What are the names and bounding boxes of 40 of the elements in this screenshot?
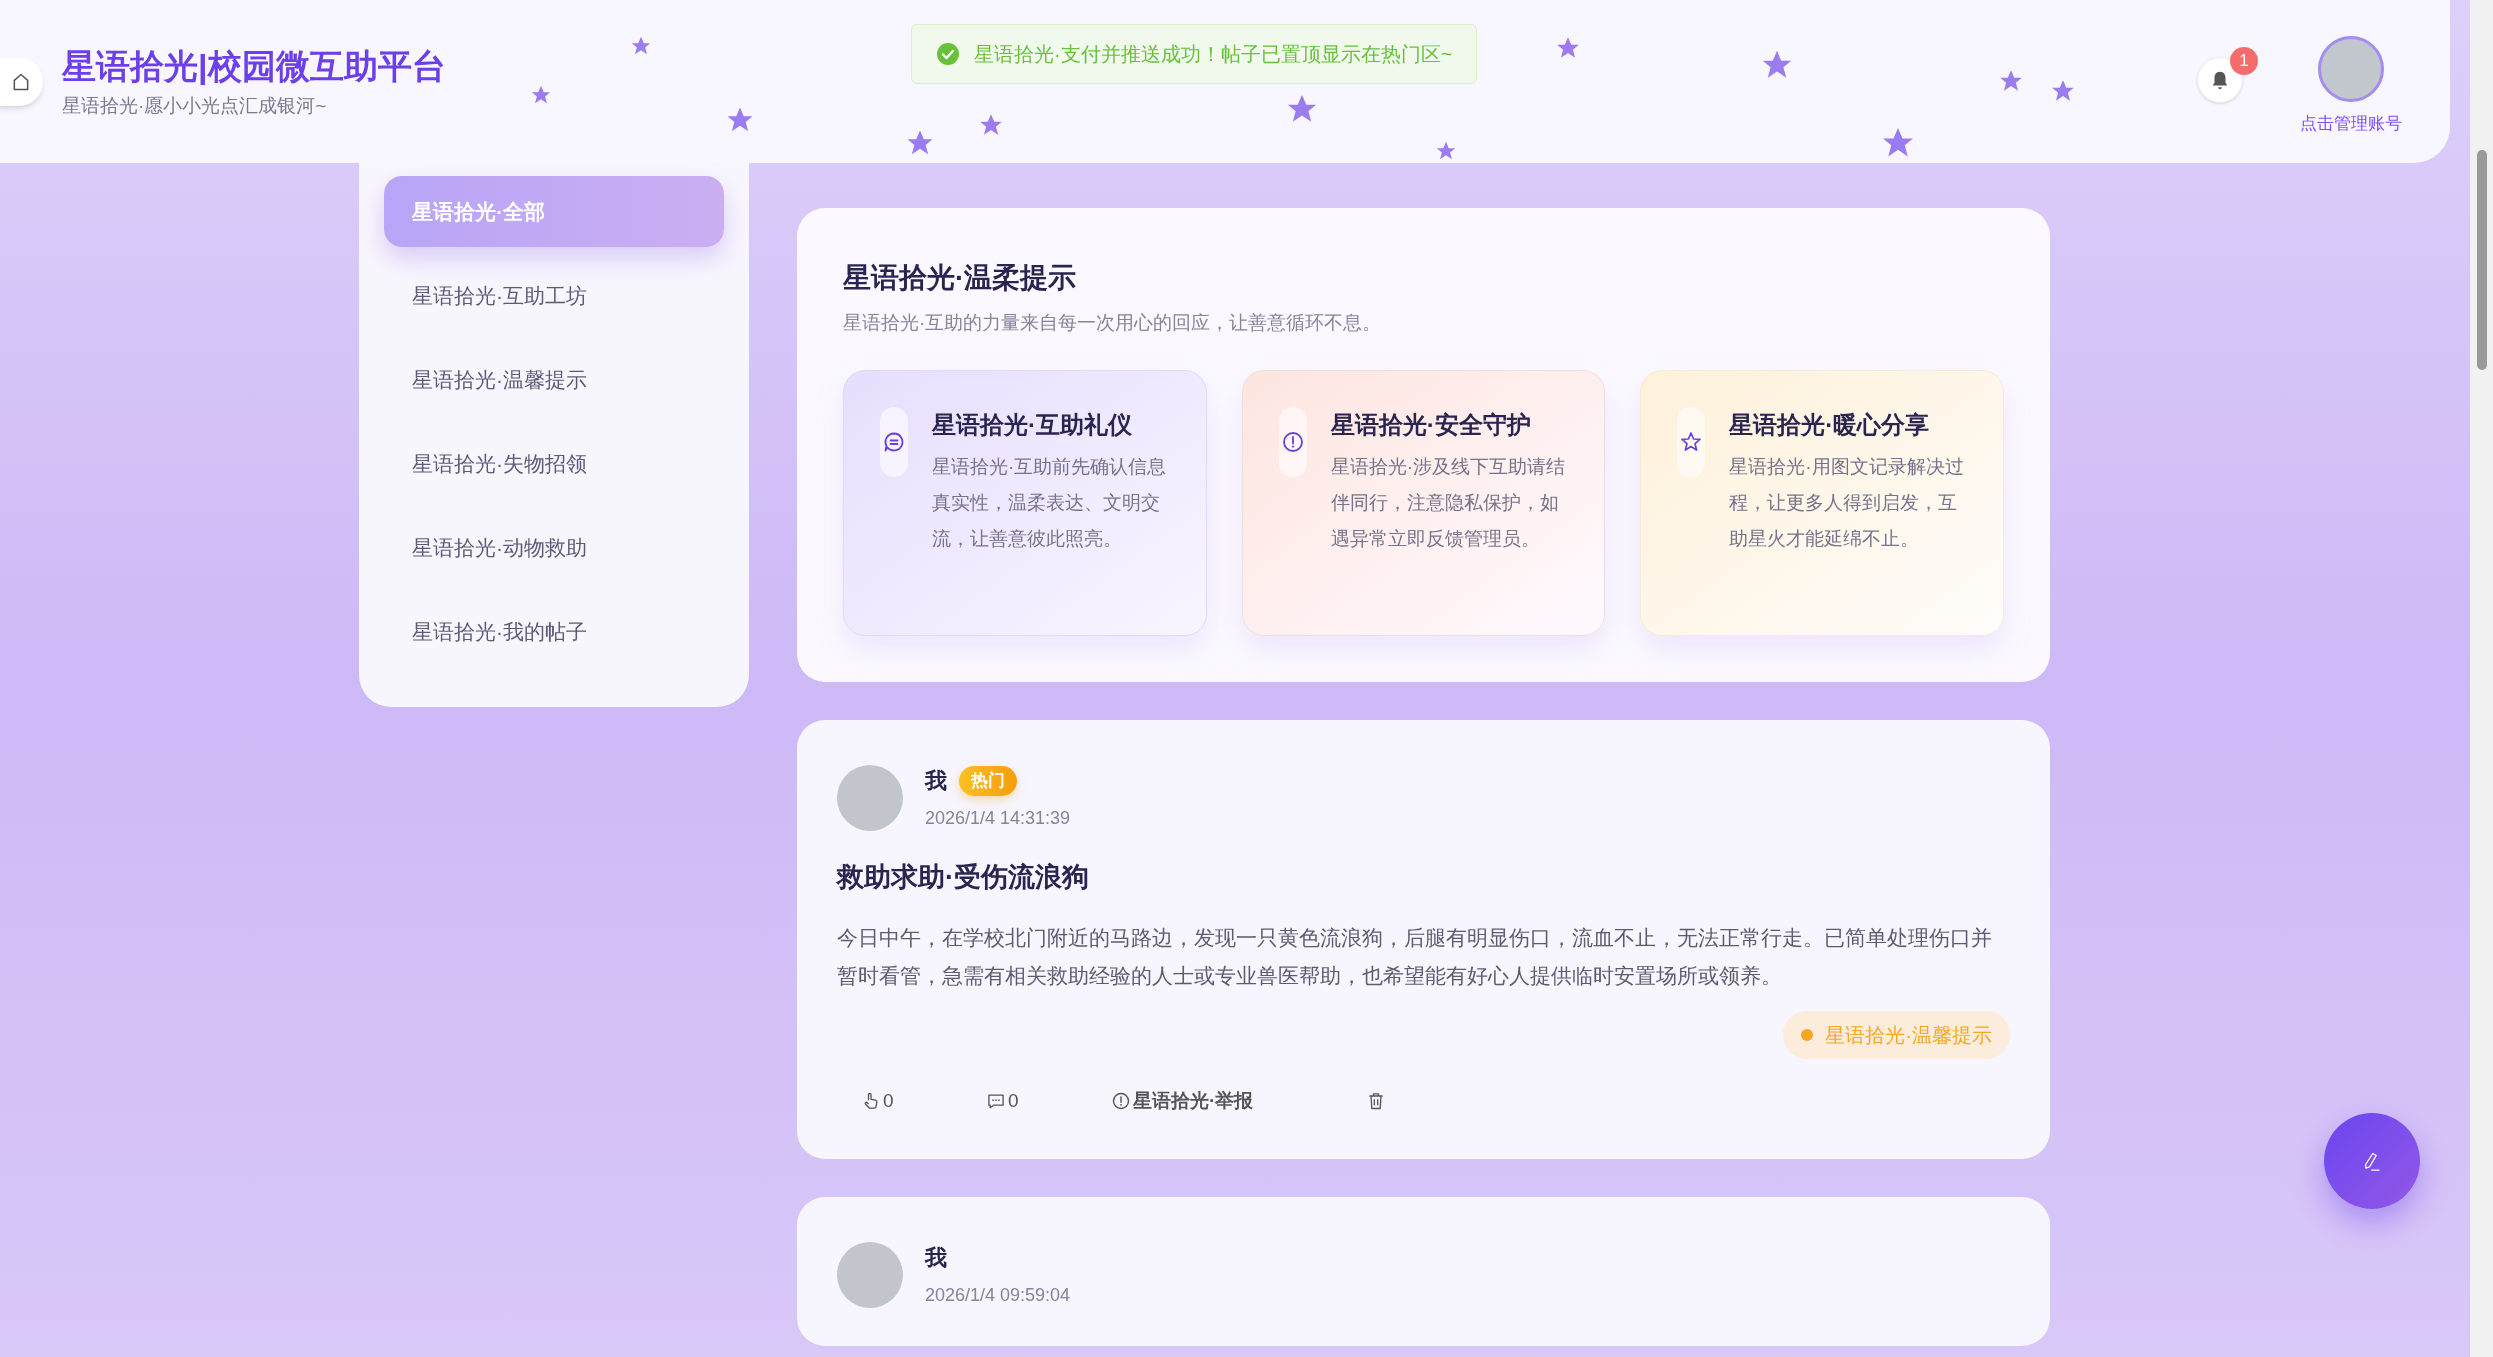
tip-title: 星语拾光·互助礼仪	[932, 410, 1133, 440]
tip-title: 星语拾光·暖心分享	[1729, 410, 1931, 440]
comment-button[interactable]: 0	[982, 1081, 1062, 1121]
alert-circle-icon	[1280, 430, 1305, 454]
tag-label: 星语拾光·温馨提示	[1825, 1023, 1992, 1048]
scrollbar[interactable]	[2470, 0, 2493, 1357]
star-icon	[630, 35, 652, 57]
like-button[interactable]: 0	[857, 1081, 937, 1121]
alert-circle-icon	[1111, 1091, 1131, 1111]
sidebar-item[interactable]: 星语拾光·动物救助	[384, 512, 724, 583]
author-name: 我	[925, 767, 947, 795]
post-title: 救助求助·受伤流浪狗	[837, 861, 1090, 894]
post-body: 今日中午，在学校北门附近的马路边，发现一只黄色流浪狗，后腿有明显伤口，流血不止，无法正常行走。已简单处理伤口并暂时看管，急需有相关救助经验的人士或专业兽医帮助，也希望能有好心人提供临时安置场所或领养。	[837, 925, 1993, 989]
author-name: 我	[925, 1244, 947, 1272]
star-icon	[530, 84, 552, 106]
sidebar-item[interactable]: 星语拾光·温馨提示	[384, 344, 724, 415]
tips-subtitle: 星语拾光·互助的力量来自每一次用心的回应，让善意循环不息。	[843, 311, 1383, 335]
home-icon	[11, 72, 31, 92]
tips-title: 星语拾光·温柔提示	[843, 261, 1078, 295]
pencil-icon	[2362, 1151, 2382, 1171]
tip-title: 星语拾光·安全守护	[1330, 410, 1532, 440]
sidebar-item[interactable]: 星语拾光·互助工坊	[384, 260, 724, 331]
toast-message: 星语拾光·支付并推送成功！帖子已置顶显示在热门区~	[974, 42, 1453, 67]
chat-bubble-icon	[882, 430, 906, 454]
site-subtitle: 星语拾光·愿小小光点汇成银河~	[62, 94, 328, 118]
tip-text: 星语拾光·涉及线下互助请结伴同行，注意隐私保护，如遇异常立即反馈管理员。	[1330, 455, 1566, 551]
site-title: 星语拾光|校园微互助平台	[62, 46, 446, 87]
tip-text: 星语拾光·用图文记录解决过程，让更多人得到启发，互助星火才能延绵不止。	[1729, 455, 1965, 551]
hot-badge: 热门	[959, 766, 1017, 796]
star-icon	[1435, 140, 1457, 162]
sidebar-item[interactable]: 星语拾光·失物招领	[384, 428, 724, 499]
post-time: 2026/1/4 09:59:04	[925, 1284, 1071, 1307]
account-link[interactable]: 点击管理账号	[2300, 114, 2402, 134]
report-button[interactable]: 星语拾光·举报	[1107, 1081, 1258, 1121]
tip-text: 星语拾光·互助前先确认信息真实性，温柔表达、文明交流，让善意彼此照亮。	[932, 455, 1168, 551]
star-outline-icon	[1679, 430, 1704, 454]
check-circle-icon	[936, 42, 960, 66]
sidebar-item[interactable]: 星语拾光·我的帖子	[384, 596, 724, 667]
notification-count: 1	[2230, 47, 2258, 75]
post-time: 2026/1/4 14:31:39	[925, 807, 1071, 830]
